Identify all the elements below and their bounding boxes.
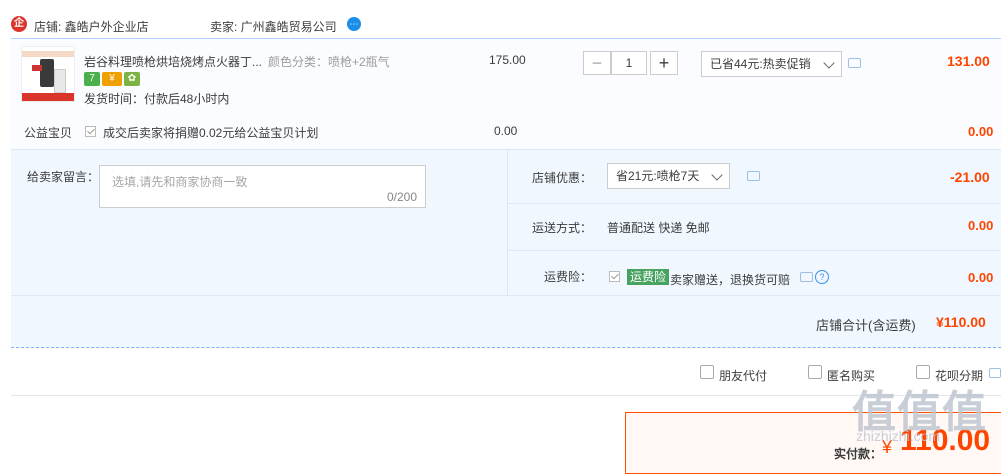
comment-icon[interactable] bbox=[848, 58, 861, 68]
shipping-method: 普通配送 快递 免邮 bbox=[607, 221, 710, 235]
chat-bubble-icon[interactable]: ⋯ bbox=[347, 17, 361, 31]
sku-info: 颜色分类：喷枪+2瓶气 bbox=[268, 55, 390, 69]
quantity-increase-button[interactable]: + bbox=[650, 51, 678, 75]
charity-price: 0.00 bbox=[494, 124, 518, 138]
shop-name[interactable]: 店铺: 鑫皓户外企业店 bbox=[34, 18, 149, 35]
comment-icon[interactable] bbox=[800, 272, 813, 282]
divider bbox=[507, 250, 1001, 251]
shop-discount-amount: -21.00 bbox=[950, 169, 990, 185]
charity-total: 0.00 bbox=[968, 124, 994, 139]
charity-checkbox[interactable] bbox=[85, 126, 96, 137]
shop-discount-select[interactable]: 省21元:喷枪7天 bbox=[607, 163, 730, 189]
unit-price: 175.00 bbox=[489, 53, 526, 67]
insurance-label: 运费险： bbox=[544, 270, 593, 284]
item-subtotal: 131.00 bbox=[947, 53, 990, 69]
item-promo-value: 已省44元:热卖促销 bbox=[710, 57, 811, 71]
comment-icon[interactable] bbox=[989, 368, 1001, 378]
chevron-down-icon bbox=[711, 169, 723, 181]
message-placeholder: 选填,请先和商家协商一致 bbox=[112, 175, 248, 189]
quantity-input[interactable]: 1 bbox=[611, 51, 647, 75]
shipping-label: 运送方式： bbox=[532, 221, 593, 235]
product-thumbnail[interactable] bbox=[21, 46, 75, 102]
shop-discount-value: 省21元:喷枪7天 bbox=[616, 169, 700, 183]
charity-text: 成交后卖家将捐赠0.02元给公益宝贝计划 bbox=[103, 126, 319, 140]
insurance-amount: 0.00 bbox=[968, 270, 994, 285]
payment-label: 实付款： bbox=[834, 447, 883, 461]
shop-logo-icon: 企 bbox=[11, 16, 27, 32]
shop-discount-label: 店铺优惠： bbox=[532, 171, 593, 185]
item-promo-select[interactable]: 已省44元:热卖促销 bbox=[701, 51, 842, 77]
insurance-tag: 运费险 bbox=[627, 269, 670, 285]
pay-for-friend-label[interactable]: 朋友代付 bbox=[719, 367, 767, 384]
shop-total-label: 店铺合计(含运费) bbox=[816, 318, 916, 333]
insurance-checkbox[interactable] bbox=[609, 271, 620, 282]
pay-for-friend-checkbox[interactable] bbox=[700, 365, 714, 379]
seven-day-return-icon[interactable]: 7 bbox=[84, 71, 100, 86]
product-title-link[interactable]: 岩谷料理喷枪烘培烧烤点火器丁... bbox=[84, 53, 262, 70]
divider bbox=[507, 149, 508, 295]
seller-message-input[interactable]: 选填,请先和商家协商一致 0/200 bbox=[99, 165, 426, 208]
anonymous-checkbox[interactable] bbox=[808, 365, 822, 379]
shop-total-amount: ¥110.00 bbox=[936, 314, 986, 330]
quantity-decrease-button[interactable]: − bbox=[583, 51, 611, 75]
insurance-text: 卖家赠送，退换货可赔 bbox=[670, 273, 791, 287]
credit-card-icon[interactable]: ¥ bbox=[102, 71, 122, 86]
message-label: 给卖家留言： bbox=[27, 170, 100, 184]
watermark-url: zhizhizhi.com bbox=[856, 428, 941, 444]
flower-icon[interactable]: ✿ bbox=[124, 71, 140, 86]
seller-name[interactable]: 卖家: 广州鑫皓贸易公司 bbox=[210, 18, 337, 35]
chevron-down-icon bbox=[823, 57, 835, 69]
shipping-amount: 0.00 bbox=[968, 218, 994, 233]
delivery-time: 发货时间：付款后48小时内 bbox=[84, 92, 230, 106]
divider bbox=[11, 295, 1001, 296]
help-icon[interactable]: ? bbox=[815, 270, 829, 284]
service-badges: 7 ¥ ✿ bbox=[84, 71, 142, 87]
charity-label: 公益宝贝 bbox=[24, 126, 73, 140]
message-counter: 0/200 bbox=[386, 190, 417, 204]
divider bbox=[507, 203, 1001, 204]
comment-icon[interactable] bbox=[747, 171, 760, 181]
